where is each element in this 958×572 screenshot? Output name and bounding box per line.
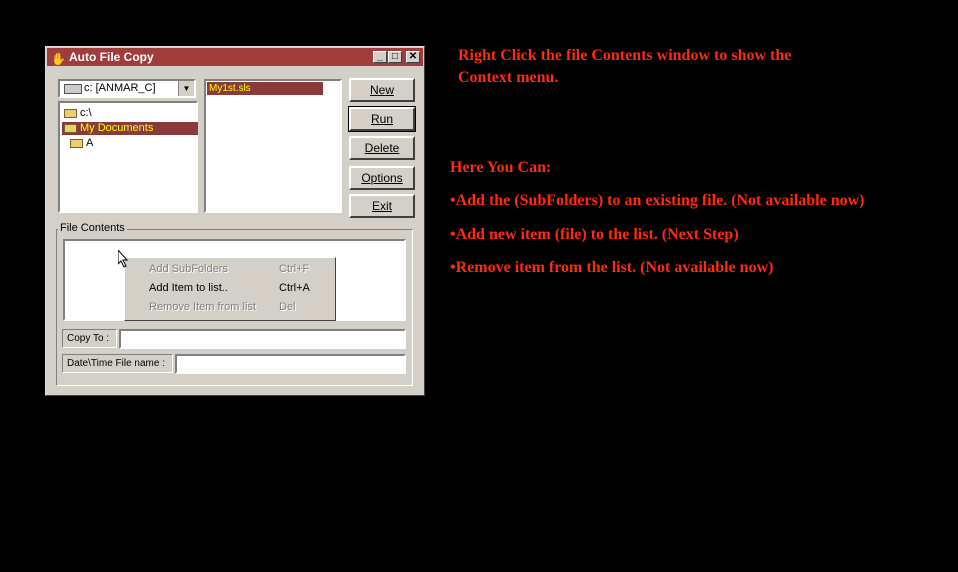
- chevron-down-icon[interactable]: ▼: [178, 81, 194, 96]
- tree-item-label: My Documents: [80, 122, 154, 134]
- window-title: Auto File Copy: [69, 50, 154, 64]
- folder-open-icon: [64, 109, 77, 118]
- folder-tree[interactable]: c:\ My Documents A: [58, 101, 198, 213]
- options-button[interactable]: Options: [349, 166, 415, 190]
- menu-item-label: Add Item to list..: [149, 282, 228, 294]
- datetime-label: Date\Time File name :: [62, 354, 173, 373]
- folder-open-icon: [64, 124, 77, 133]
- mouse-cursor-icon: [117, 248, 130, 273]
- auto-file-copy-window: ✋ Auto File Copy _ □ ✕ c: [ANMAR_C] ▼ c:…: [45, 46, 425, 396]
- menu-item-remove-item[interactable]: Remove Item from list Del: [149, 301, 296, 313]
- run-button-label: Run: [370, 112, 393, 126]
- instruction-bullet: •Remove item from the list. (Not availab…: [450, 259, 774, 276]
- title-bar[interactable]: ✋ Auto File Copy _ □ ✕: [47, 48, 423, 66]
- exit-button-label: Exit: [371, 199, 392, 213]
- tree-item-my-documents[interactable]: My Documents: [62, 122, 198, 135]
- context-menu: Add SubFolders Ctrl+F Add Item to list..…: [124, 257, 336, 321]
- file-list[interactable]: My1st.sls: [204, 79, 342, 213]
- menu-item-add-item[interactable]: Add Item to list.. Ctrl+A: [149, 282, 310, 294]
- menu-item-shortcut: Ctrl+F: [279, 263, 310, 275]
- file-contents-label: File Contents: [58, 222, 127, 234]
- tree-item-label: A: [86, 137, 94, 149]
- list-item[interactable]: My1st.sls: [207, 82, 323, 95]
- menu-item-add-subfolders[interactable]: Add SubFolders Ctrl+F: [149, 263, 309, 275]
- new-button[interactable]: New: [349, 78, 415, 102]
- menu-item-shortcut: Del: [279, 301, 296, 313]
- copy-to-label: Copy To :: [62, 329, 117, 348]
- minimize-button[interactable]: _: [373, 51, 387, 63]
- menu-item-shortcut: Ctrl+A: [279, 282, 310, 294]
- tree-item-label: c:\: [80, 107, 92, 119]
- new-button-label: New: [369, 83, 394, 97]
- instruction-line-1: Right Click the file Contents window to …: [458, 47, 792, 64]
- drive-select[interactable]: c: [ANMAR_C] ▼: [58, 79, 196, 98]
- close-button[interactable]: ✕: [406, 51, 420, 63]
- exit-button[interactable]: Exit: [349, 194, 415, 218]
- app-icon: ✋: [51, 52, 66, 66]
- drive-select-value: c: [ANMAR_C]: [84, 82, 156, 94]
- menu-item-label: Remove Item from list: [149, 301, 256, 313]
- options-button-label: Options: [361, 171, 403, 185]
- datetime-filename-input[interactable]: [175, 354, 406, 374]
- delete-button[interactable]: Delete: [349, 136, 415, 160]
- maximize-button[interactable]: □: [388, 51, 402, 63]
- instruction-line-2: Context menu.: [458, 69, 559, 86]
- delete-button-label: Delete: [364, 141, 400, 155]
- folder-icon: [70, 139, 83, 148]
- menu-item-label: Add SubFolders: [149, 263, 228, 275]
- tree-item-a[interactable]: A: [68, 137, 93, 150]
- drive-icon: [64, 84, 82, 94]
- copy-to-input[interactable]: [119, 329, 406, 349]
- tree-item-root[interactable]: c:\: [62, 107, 92, 120]
- instruction-heading: Here You Can:: [450, 159, 552, 176]
- run-button[interactable]: Run: [348, 106, 416, 132]
- instruction-bullet: •Add new item (file) to the list. (Next …: [450, 226, 739, 243]
- instruction-bullet: •Add the (SubFolders) to an existing fil…: [450, 192, 865, 209]
